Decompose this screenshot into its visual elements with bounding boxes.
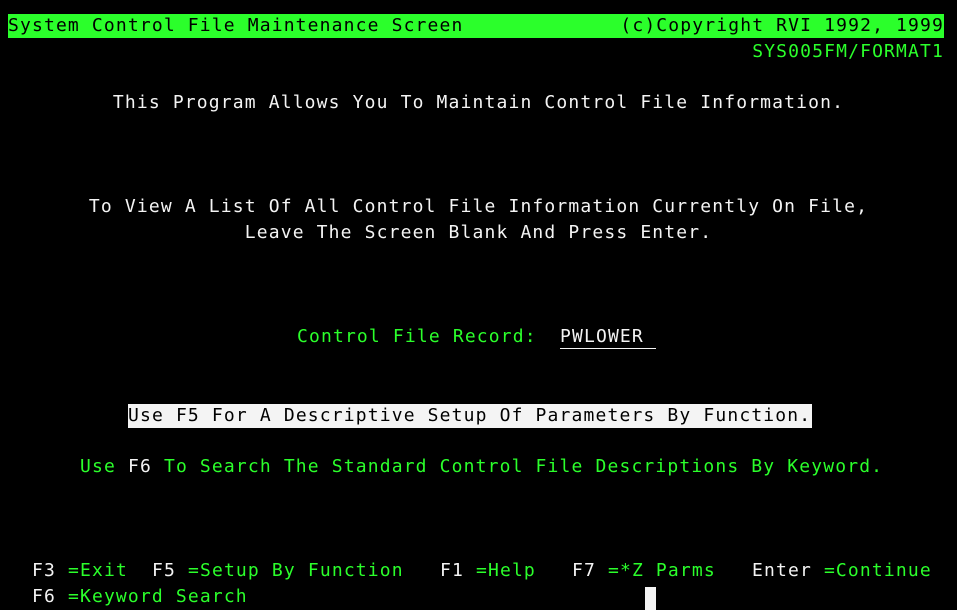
fkey-label: =Help <box>475 560 536 581</box>
control-file-record-input[interactable] <box>560 326 656 349</box>
fkey-name: F7 <box>572 560 596 581</box>
fkey-label: =Exit <box>67 560 128 581</box>
intro-line-3: Leave The Screen Blank And Press Enter. <box>244 222 713 243</box>
control-file-record-label: Control File Record: <box>297 326 537 347</box>
f6-instruction-text: To Search The Standard Control File Desc… <box>163 456 884 477</box>
f6-instruction: Use F6 To Search The Standard Control Fi… <box>80 456 883 478</box>
f6-keyword-search-key[interactable]: F6 =Keyword Search <box>32 586 248 608</box>
screen-title: System Control File Maintenance Screen <box>8 15 464 36</box>
fkey-name: F5 <box>152 560 176 581</box>
fkey-label: =Setup By Function <box>187 560 404 581</box>
fkey-name: F3 <box>32 560 56 581</box>
fkey-name: F6 <box>32 586 56 607</box>
copyright-notice: (c)Copyright RVI 1992, 1999 <box>620 15 944 36</box>
f5-instruction: Use F5 For A Descriptive Setup Of Parame… <box>128 404 812 428</box>
fkey-name: F1 <box>440 560 464 581</box>
f1-help-key[interactable]: F1 =Help <box>440 560 536 582</box>
title-bar: System Control File Maintenance Screen (… <box>8 14 944 38</box>
f3-exit-key[interactable]: F3 =Exit <box>32 560 128 582</box>
f6-instruction-key: F6 <box>127 456 152 477</box>
enter-continue-key[interactable]: Enter =Continue <box>752 560 932 582</box>
f5-setup-key[interactable]: F5 =Setup By Function <box>152 560 404 582</box>
f6-instruction-prefix: Use <box>80 456 116 477</box>
f7-zparms-key[interactable]: F7 =*Z Parms <box>572 560 716 582</box>
fkey-label: =*Z Parms <box>607 560 716 581</box>
intro-line-2: To View A List Of All Control File Infor… <box>88 196 869 217</box>
fkey-label: =Continue <box>823 560 932 581</box>
text-cursor <box>645 587 656 610</box>
format-id: SYS005FM/FORMAT1 <box>752 41 944 62</box>
intro-line-1: This Program Allows You To Maintain Cont… <box>112 92 845 113</box>
terminal-screen: System Control File Maintenance Screen (… <box>0 0 957 610</box>
fkey-name: Enter <box>752 560 812 581</box>
fkey-label: =Keyword Search <box>67 586 248 607</box>
